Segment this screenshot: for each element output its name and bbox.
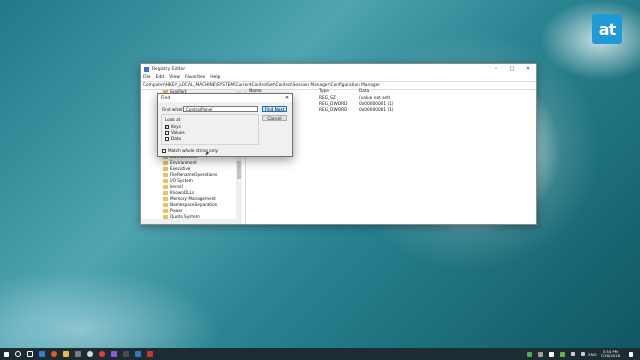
tray-app-icon[interactable] (538, 351, 544, 357)
language-indicator[interactable]: ENG (588, 352, 596, 357)
folder-icon (163, 166, 168, 171)
network-icon[interactable] (571, 352, 576, 356)
clock[interactable]: 3:34 PM 7/16/2018 (601, 350, 620, 358)
start-icon[interactable] (4, 351, 9, 357)
checkbox-icon (162, 148, 166, 153)
keys-checkbox[interactable]: ✓ Keys (165, 124, 181, 129)
find-dialog-title-bar: Find ✕ (158, 94, 292, 102)
folder-icon (163, 190, 168, 195)
row-type[interactable]: REG_SZ (319, 96, 336, 101)
data-checkbox[interactable]: Data (165, 136, 181, 141)
mouse-cursor-icon: ⬈ (205, 151, 210, 157)
tray-app-icon[interactable] (527, 351, 533, 357)
row-type[interactable]: REG_DWORD (319, 108, 347, 113)
menu-file[interactable]: File (143, 75, 151, 80)
system-tray: ENG 3:34 PM 7/16/2018 (524, 348, 636, 360)
close-icon[interactable]: ✕ (282, 95, 292, 101)
folder-icon (163, 214, 168, 219)
column-header-type[interactable]: Type (319, 89, 329, 94)
look-at-label: Look at (165, 117, 181, 122)
title-bar: Registry Editor – □ ✕ (141, 64, 536, 74)
clock-date: 7/16/2018 (600, 353, 620, 358)
app-icon[interactable] (147, 351, 153, 357)
edge-icon[interactable] (39, 351, 45, 357)
app-icon[interactable] (111, 351, 117, 357)
window-title: Registry Editor (152, 66, 186, 72)
folder-icon (163, 202, 168, 207)
tree-hscrollbar[interactable] (141, 219, 236, 224)
menu-view[interactable]: View (169, 75, 180, 80)
task-view-icon[interactable] (27, 351, 33, 357)
regedit-taskbar-icon[interactable] (135, 351, 141, 357)
values-checkbox[interactable]: Values (165, 130, 185, 135)
match-whole-string-checkbox[interactable]: Match whole string only (162, 148, 218, 153)
app-icon[interactable] (123, 351, 129, 357)
app-icon[interactable] (75, 351, 81, 357)
find-next-button[interactable]: Find Next (262, 106, 287, 112)
tray-app-icon[interactable] (549, 351, 555, 357)
folder-icon (163, 196, 168, 201)
tree-item[interactable]: KnownDLLs (163, 190, 194, 195)
find-dialog: Find ✕ Find what: ControlPanel Find Next… (157, 93, 293, 157)
folder-icon (163, 172, 168, 177)
find-what-label: Find what: (162, 107, 184, 112)
find-dialog-title: Find (161, 95, 171, 101)
column-header-data[interactable]: Data (359, 89, 369, 94)
tree-item[interactable]: FileRenameOperations (163, 172, 217, 177)
site-logo: at (592, 14, 622, 44)
look-at-group: Look at ✓ Keys Values Data (161, 114, 259, 145)
menu-bar: File Edit View Favorites Help (141, 74, 536, 81)
find-what-input[interactable]: ControlPanel (183, 106, 258, 112)
checkbox-icon (165, 136, 169, 141)
volume-icon[interactable] (581, 352, 586, 356)
app-icon[interactable] (87, 351, 93, 357)
regedit-icon (144, 66, 149, 72)
row-data[interactable]: 0x00000001 (1) (359, 108, 394, 113)
taskbar: ENG 3:34 PM 7/16/2018 (0, 348, 640, 360)
folder-icon (163, 178, 168, 183)
minimize-icon[interactable]: – (488, 64, 504, 74)
tree-item[interactable]: Environment (163, 160, 197, 165)
folder-icon (163, 184, 168, 189)
close-icon[interactable]: ✕ (520, 64, 536, 74)
cancel-button[interactable]: Cancel (262, 115, 287, 121)
row-data[interactable]: 0x00000001 (1) (359, 102, 394, 107)
tree-scroll-thumb[interactable] (237, 161, 241, 179)
tree-item[interactable]: Executive (163, 166, 190, 171)
row-type[interactable]: REG_DWORD (319, 102, 347, 107)
checkbox-icon (165, 130, 169, 135)
row-data[interactable]: (value not set) (359, 96, 390, 101)
checkbox-checked-icon: ✓ (165, 123, 169, 129)
menu-favorites[interactable]: Favorites (185, 75, 205, 80)
tree-item[interactable]: Memory Management (163, 196, 216, 201)
firefox-icon[interactable] (51, 351, 57, 357)
tray-app-icon[interactable] (560, 351, 566, 357)
tree-item[interactable]: I/O System (163, 178, 193, 183)
tree-item[interactable]: Power (163, 208, 183, 213)
tree-item[interactable]: NamespaceSeparation (163, 202, 217, 207)
file-explorer-icon[interactable] (63, 351, 69, 357)
folder-icon (163, 208, 168, 213)
search-icon[interactable] (15, 351, 21, 357)
menu-edit[interactable]: Edit (156, 75, 165, 80)
tree-item[interactable]: kernel (163, 184, 183, 189)
maximize-icon[interactable]: □ (504, 64, 520, 74)
menu-help[interactable]: Help (210, 75, 220, 80)
notification-icon[interactable] (629, 351, 633, 357)
folder-icon (163, 160, 168, 165)
chrome-icon[interactable] (99, 351, 105, 357)
